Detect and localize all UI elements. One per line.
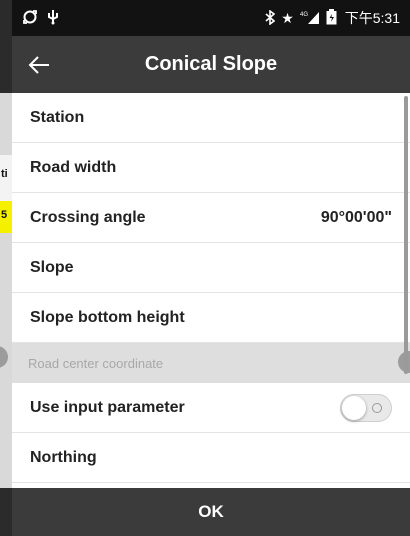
sync-icon [22,9,38,27]
app-bar: Conical Slope [12,36,410,93]
station-row[interactable]: Station [12,93,410,143]
back-button[interactable] [24,50,54,80]
battery-icon [326,9,337,27]
edge-gear-icon [0,346,8,368]
status-bar: ★ 4G 下午5:31 [12,0,410,36]
road-width-row[interactable]: Road width [12,143,410,193]
bluetooth-icon [265,8,276,27]
page-title: Conical Slope [144,53,278,75]
use-input-parameter-label: Use input parameter [30,398,185,416]
edge-text-1: ti [1,168,8,180]
slope-row[interactable]: Slope [12,243,410,293]
edge-dark-bottom [0,488,12,536]
ok-button[interactable]: OK [12,488,410,536]
road-width-label: Road width [30,158,117,176]
svg-text:4G: 4G [300,12,308,18]
background-app-edge: ti 5 [0,0,12,536]
arrow-left-icon [28,56,49,74]
section-header-road-center: Road center coordinate [12,343,410,383]
ok-label: OK [198,502,224,521]
status-time: 下午5:31 [344,10,400,26]
crossing-angle-row[interactable]: Crossing angle 90°00'00" [12,193,410,243]
slope-bottom-height-label: Slope bottom height [30,308,185,326]
slope-label: Slope [30,258,74,276]
star-icon: ★ [281,10,294,26]
conical-slope-dialog: ★ 4G 下午5:31 Conical Slope Station Road w… [12,0,410,536]
northing-label: Northing [30,448,97,466]
crossing-angle-value: 90°00'00" [320,208,392,226]
toggle-knob [342,395,366,420]
usb-icon [47,9,59,27]
northing-row[interactable]: Northing [12,433,410,483]
edge-dark-top [0,0,12,93]
signal-4g-icon: 4G [300,10,320,27]
station-label: Station [30,108,85,126]
toggle-off-icon [372,402,382,413]
use-input-parameter-row: Use input parameter [12,383,410,433]
edge-text-2: 5 [1,209,8,221]
slope-bottom-height-row[interactable]: Slope bottom height [12,293,410,343]
parameter-list: Station Road width Crossing angle 90°00'… [12,93,410,488]
section-label: Road center coordinate [28,355,164,371]
crossing-angle-label: Crossing angle [30,208,146,226]
scrollbar[interactable] [404,96,408,374]
use-input-parameter-toggle[interactable] [340,393,392,422]
